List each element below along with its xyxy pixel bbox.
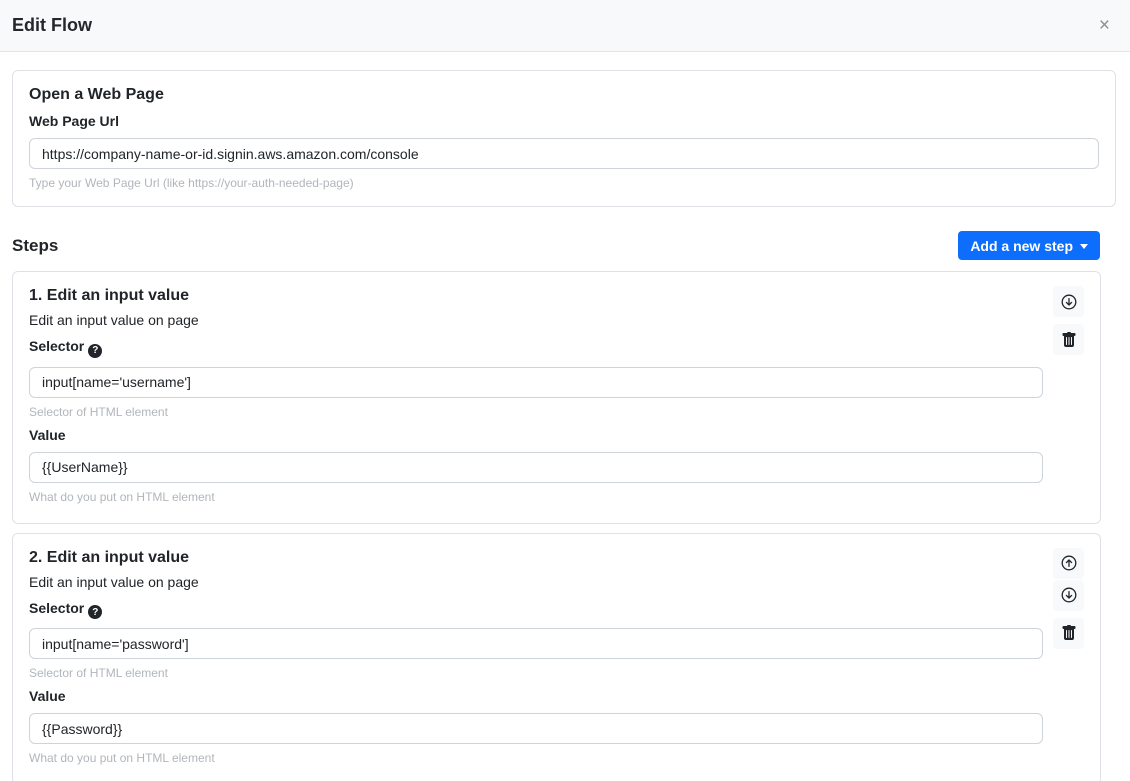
step-1-form: Selector? Selector of HTML element Value… (29, 338, 1043, 504)
value-input[interactable] (29, 452, 1043, 483)
add-new-step-button[interactable]: Add a new step (958, 231, 1100, 260)
selector-label-text: Selector (29, 600, 84, 616)
selector-input[interactable] (29, 628, 1043, 659)
close-icon[interactable]: × (1095, 14, 1114, 37)
trash-icon (1061, 625, 1077, 641)
web-page-url-help: Type your Web Page Url (like https://you… (29, 176, 1099, 190)
step-card-2: 2. Edit an input value Edit an input val… (12, 533, 1101, 781)
value-input[interactable] (29, 713, 1043, 744)
move-step-up-button[interactable] (1053, 548, 1084, 579)
value-help: What do you put on HTML element (29, 490, 1043, 504)
arrow-down-circle-icon (1061, 587, 1077, 603)
delete-step-button[interactable] (1053, 324, 1084, 355)
value-label: Value (29, 427, 1043, 443)
modal-title: Edit Flow (12, 15, 92, 36)
step-title: 1. Edit an input value (29, 287, 1084, 305)
open-web-page-title: Open a Web Page (29, 86, 1099, 104)
selector-label: Selector? (29, 600, 1043, 620)
modal-header: Edit Flow × (0, 0, 1130, 52)
arrow-down-circle-icon (1061, 294, 1077, 310)
modal-body: Open a Web Page Web Page Url Type your W… (0, 52, 1130, 781)
selector-help: Selector of HTML element (29, 405, 1043, 419)
web-page-url-input[interactable] (29, 138, 1099, 169)
move-step-down-button[interactable] (1053, 286, 1084, 317)
step-subtitle: Edit an input value on page (29, 312, 1084, 328)
arrow-up-circle-icon (1061, 555, 1077, 571)
step-subtitle: Edit an input value on page (29, 574, 1084, 590)
trash-icon (1061, 332, 1077, 348)
steps-list: 1. Edit an input value Edit an input val… (12, 271, 1116, 781)
steps-heading: Steps (12, 236, 58, 256)
move-step-down-button[interactable] (1053, 580, 1084, 611)
step-1-actions (1053, 286, 1084, 355)
chevron-down-icon (1080, 244, 1088, 249)
delete-step-button[interactable] (1053, 618, 1084, 649)
selector-label: Selector? (29, 338, 1043, 358)
open-web-page-card: Open a Web Page Web Page Url Type your W… (12, 70, 1116, 207)
step-title: 2. Edit an input value (29, 549, 1084, 567)
edit-flow-modal: Edit Flow × Open a Web Page Web Page Url… (0, 0, 1130, 781)
step-2-actions (1053, 548, 1084, 649)
value-label: Value (29, 688, 1043, 704)
help-icon[interactable]: ? (88, 344, 102, 358)
add-new-step-label: Add a new step (970, 238, 1073, 254)
selector-help: Selector of HTML element (29, 666, 1043, 680)
selector-input[interactable] (29, 367, 1043, 398)
step-2-form: Selector? Selector of HTML element Value… (29, 600, 1043, 766)
value-help: What do you put on HTML element (29, 751, 1043, 765)
steps-header-row: Steps Add a new step (12, 231, 1116, 260)
step-card-1: 1. Edit an input value Edit an input val… (12, 271, 1101, 524)
web-page-url-label: Web Page Url (29, 113, 1099, 129)
help-icon[interactable]: ? (88, 605, 102, 619)
selector-label-text: Selector (29, 338, 84, 354)
